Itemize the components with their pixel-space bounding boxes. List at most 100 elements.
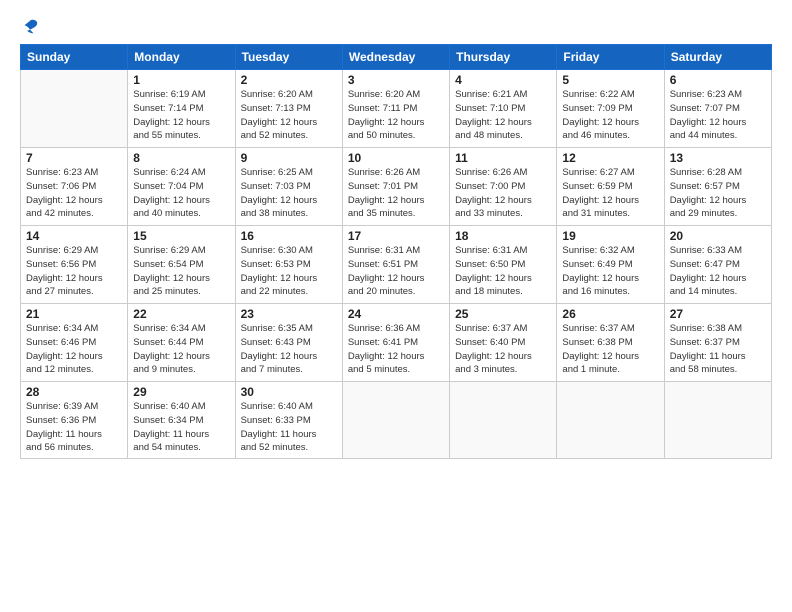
day-number: 14 [26, 229, 122, 243]
calendar-cell [557, 382, 664, 459]
week-row-2: 7Sunrise: 6:23 AM Sunset: 7:06 PM Daylig… [21, 148, 772, 226]
calendar-cell: 20Sunrise: 6:33 AM Sunset: 6:47 PM Dayli… [664, 226, 771, 304]
day-number: 13 [670, 151, 766, 165]
calendar-cell: 19Sunrise: 6:32 AM Sunset: 6:49 PM Dayli… [557, 226, 664, 304]
day-number: 6 [670, 73, 766, 87]
header [20, 18, 772, 36]
day-number: 20 [670, 229, 766, 243]
calendar-cell: 6Sunrise: 6:23 AM Sunset: 7:07 PM Daylig… [664, 70, 771, 148]
calendar-cell: 23Sunrise: 6:35 AM Sunset: 6:43 PM Dayli… [235, 304, 342, 382]
day-info: Sunrise: 6:30 AM Sunset: 6:53 PM Dayligh… [241, 244, 337, 299]
day-info: Sunrise: 6:24 AM Sunset: 7:04 PM Dayligh… [133, 166, 229, 221]
calendar-cell: 2Sunrise: 6:20 AM Sunset: 7:13 PM Daylig… [235, 70, 342, 148]
calendar-cell: 26Sunrise: 6:37 AM Sunset: 6:38 PM Dayli… [557, 304, 664, 382]
day-number: 19 [562, 229, 658, 243]
week-row-3: 14Sunrise: 6:29 AM Sunset: 6:56 PM Dayli… [21, 226, 772, 304]
weekday-header-wednesday: Wednesday [342, 45, 449, 70]
weekday-header-row: SundayMondayTuesdayWednesdayThursdayFrid… [21, 45, 772, 70]
day-info: Sunrise: 6:20 AM Sunset: 7:11 PM Dayligh… [348, 88, 444, 143]
week-row-4: 21Sunrise: 6:34 AM Sunset: 6:46 PM Dayli… [21, 304, 772, 382]
calendar-cell: 30Sunrise: 6:40 AM Sunset: 6:33 PM Dayli… [235, 382, 342, 459]
day-info: Sunrise: 6:40 AM Sunset: 6:34 PM Dayligh… [133, 400, 229, 455]
day-info: Sunrise: 6:26 AM Sunset: 7:01 PM Dayligh… [348, 166, 444, 221]
week-row-1: 1Sunrise: 6:19 AM Sunset: 7:14 PM Daylig… [21, 70, 772, 148]
day-info: Sunrise: 6:37 AM Sunset: 6:40 PM Dayligh… [455, 322, 551, 377]
calendar-cell: 25Sunrise: 6:37 AM Sunset: 6:40 PM Dayli… [450, 304, 557, 382]
calendar-cell: 10Sunrise: 6:26 AM Sunset: 7:01 PM Dayli… [342, 148, 449, 226]
calendar-cell [664, 382, 771, 459]
day-info: Sunrise: 6:36 AM Sunset: 6:41 PM Dayligh… [348, 322, 444, 377]
calendar-cell: 21Sunrise: 6:34 AM Sunset: 6:46 PM Dayli… [21, 304, 128, 382]
day-info: Sunrise: 6:26 AM Sunset: 7:00 PM Dayligh… [455, 166, 551, 221]
day-info: Sunrise: 6:21 AM Sunset: 7:10 PM Dayligh… [455, 88, 551, 143]
calendar-cell: 24Sunrise: 6:36 AM Sunset: 6:41 PM Dayli… [342, 304, 449, 382]
day-info: Sunrise: 6:29 AM Sunset: 6:54 PM Dayligh… [133, 244, 229, 299]
day-info: Sunrise: 6:25 AM Sunset: 7:03 PM Dayligh… [241, 166, 337, 221]
day-number: 5 [562, 73, 658, 87]
day-number: 3 [348, 73, 444, 87]
calendar-cell: 16Sunrise: 6:30 AM Sunset: 6:53 PM Dayli… [235, 226, 342, 304]
day-info: Sunrise: 6:29 AM Sunset: 6:56 PM Dayligh… [26, 244, 122, 299]
day-number: 27 [670, 307, 766, 321]
calendar-cell: 7Sunrise: 6:23 AM Sunset: 7:06 PM Daylig… [21, 148, 128, 226]
calendar-cell: 12Sunrise: 6:27 AM Sunset: 6:59 PM Dayli… [557, 148, 664, 226]
day-info: Sunrise: 6:27 AM Sunset: 6:59 PM Dayligh… [562, 166, 658, 221]
day-info: Sunrise: 6:19 AM Sunset: 7:14 PM Dayligh… [133, 88, 229, 143]
day-number: 17 [348, 229, 444, 243]
calendar-cell: 11Sunrise: 6:26 AM Sunset: 7:00 PM Dayli… [450, 148, 557, 226]
calendar-cell: 18Sunrise: 6:31 AM Sunset: 6:50 PM Dayli… [450, 226, 557, 304]
calendar-cell: 9Sunrise: 6:25 AM Sunset: 7:03 PM Daylig… [235, 148, 342, 226]
day-number: 23 [241, 307, 337, 321]
calendar-cell [21, 70, 128, 148]
logo [20, 18, 39, 36]
day-info: Sunrise: 6:28 AM Sunset: 6:57 PM Dayligh… [670, 166, 766, 221]
calendar-table: SundayMondayTuesdayWednesdayThursdayFrid… [20, 44, 772, 459]
calendar-cell: 29Sunrise: 6:40 AM Sunset: 6:34 PM Dayli… [128, 382, 235, 459]
day-info: Sunrise: 6:22 AM Sunset: 7:09 PM Dayligh… [562, 88, 658, 143]
day-number: 25 [455, 307, 551, 321]
day-number: 22 [133, 307, 229, 321]
day-number: 4 [455, 73, 551, 87]
calendar-cell: 3Sunrise: 6:20 AM Sunset: 7:11 PM Daylig… [342, 70, 449, 148]
day-info: Sunrise: 6:23 AM Sunset: 7:06 PM Dayligh… [26, 166, 122, 221]
weekday-header-thursday: Thursday [450, 45, 557, 70]
calendar-cell: 1Sunrise: 6:19 AM Sunset: 7:14 PM Daylig… [128, 70, 235, 148]
day-number: 26 [562, 307, 658, 321]
calendar-cell: 27Sunrise: 6:38 AM Sunset: 6:37 PM Dayli… [664, 304, 771, 382]
day-number: 24 [348, 307, 444, 321]
calendar-cell [342, 382, 449, 459]
day-number: 9 [241, 151, 337, 165]
day-info: Sunrise: 6:38 AM Sunset: 6:37 PM Dayligh… [670, 322, 766, 377]
day-number: 7 [26, 151, 122, 165]
calendar-cell: 28Sunrise: 6:39 AM Sunset: 6:36 PM Dayli… [21, 382, 128, 459]
day-number: 30 [241, 385, 337, 399]
page: SundayMondayTuesdayWednesdayThursdayFrid… [0, 0, 792, 612]
day-info: Sunrise: 6:23 AM Sunset: 7:07 PM Dayligh… [670, 88, 766, 143]
weekday-header-saturday: Saturday [664, 45, 771, 70]
day-number: 16 [241, 229, 337, 243]
day-number: 21 [26, 307, 122, 321]
day-number: 28 [26, 385, 122, 399]
weekday-header-friday: Friday [557, 45, 664, 70]
day-info: Sunrise: 6:31 AM Sunset: 6:50 PM Dayligh… [455, 244, 551, 299]
day-number: 10 [348, 151, 444, 165]
day-number: 8 [133, 151, 229, 165]
calendar-cell: 14Sunrise: 6:29 AM Sunset: 6:56 PM Dayli… [21, 226, 128, 304]
logo-bird-icon [21, 18, 39, 36]
day-info: Sunrise: 6:33 AM Sunset: 6:47 PM Dayligh… [670, 244, 766, 299]
week-row-5: 28Sunrise: 6:39 AM Sunset: 6:36 PM Dayli… [21, 382, 772, 459]
calendar-cell: 5Sunrise: 6:22 AM Sunset: 7:09 PM Daylig… [557, 70, 664, 148]
day-number: 1 [133, 73, 229, 87]
day-info: Sunrise: 6:34 AM Sunset: 6:44 PM Dayligh… [133, 322, 229, 377]
day-info: Sunrise: 6:39 AM Sunset: 6:36 PM Dayligh… [26, 400, 122, 455]
day-info: Sunrise: 6:32 AM Sunset: 6:49 PM Dayligh… [562, 244, 658, 299]
day-info: Sunrise: 6:37 AM Sunset: 6:38 PM Dayligh… [562, 322, 658, 377]
calendar-cell: 8Sunrise: 6:24 AM Sunset: 7:04 PM Daylig… [128, 148, 235, 226]
day-info: Sunrise: 6:40 AM Sunset: 6:33 PM Dayligh… [241, 400, 337, 455]
calendar-cell: 17Sunrise: 6:31 AM Sunset: 6:51 PM Dayli… [342, 226, 449, 304]
day-number: 29 [133, 385, 229, 399]
calendar-cell: 13Sunrise: 6:28 AM Sunset: 6:57 PM Dayli… [664, 148, 771, 226]
day-info: Sunrise: 6:20 AM Sunset: 7:13 PM Dayligh… [241, 88, 337, 143]
calendar-cell: 15Sunrise: 6:29 AM Sunset: 6:54 PM Dayli… [128, 226, 235, 304]
day-number: 12 [562, 151, 658, 165]
